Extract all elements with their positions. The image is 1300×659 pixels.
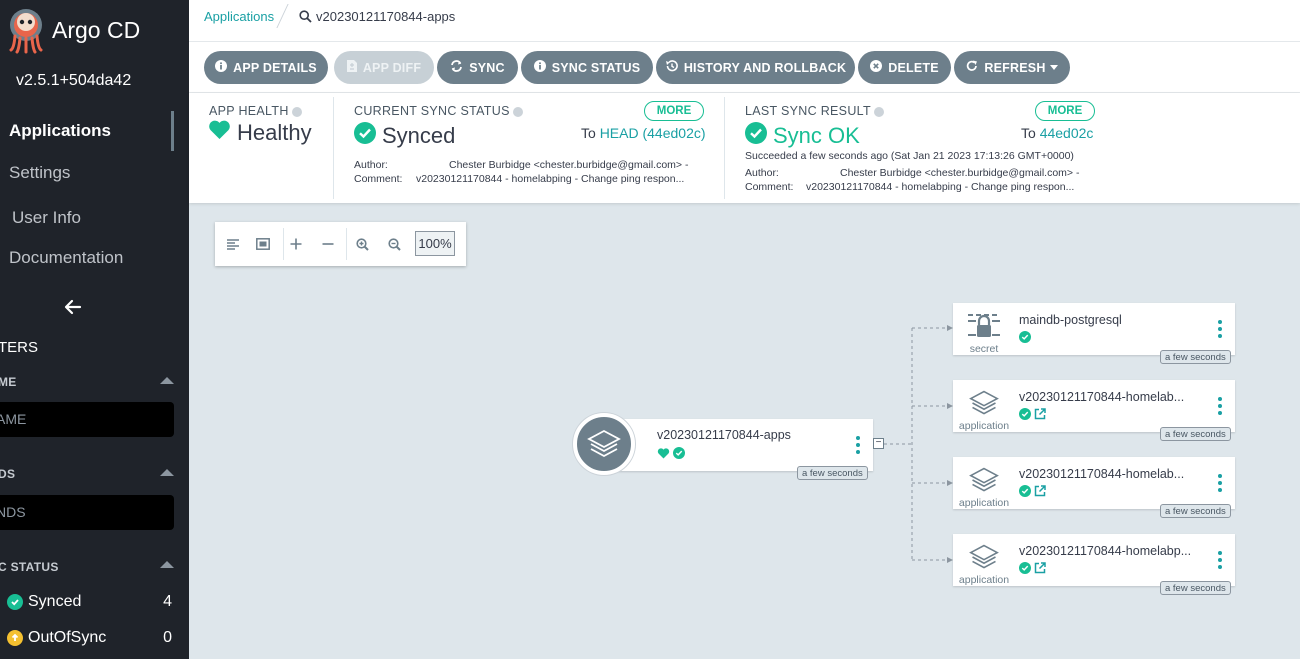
resource-time: a few seconds	[1160, 427, 1231, 441]
layers-icon	[969, 543, 999, 576]
resource-node-application[interactable]: application v20230121170844-homelab... a…	[953, 380, 1235, 441]
resource-title: v20230121170844-homelabp...	[1019, 544, 1192, 558]
resource-time: a few seconds	[1160, 350, 1231, 364]
resource-time: a few seconds	[1160, 504, 1231, 518]
resource-node-secret[interactable]: secret maindb-postgresql a few seconds	[953, 303, 1235, 364]
check-circle-icon	[673, 446, 685, 464]
external-link-icon[interactable]	[1034, 407, 1046, 425]
resource-status-icons	[1019, 330, 1031, 348]
root-app-status-icons	[657, 446, 685, 464]
root-app-node[interactable]: v20230121170844-apps a few seconds	[615, 419, 873, 480]
resource-node-application[interactable]: application v20230121170844-homelabp... …	[953, 534, 1235, 595]
resource-status-icons	[1019, 561, 1046, 579]
layers-icon	[969, 466, 999, 499]
layers-icon	[573, 413, 635, 475]
heart-icon	[657, 446, 670, 464]
collapse-toggle[interactable]: −	[873, 438, 884, 449]
check-circle-icon	[1019, 484, 1031, 502]
more-vertical-icon[interactable]	[1218, 474, 1222, 495]
check-circle-icon	[1019, 561, 1031, 579]
resource-kind: application	[958, 420, 1010, 432]
resource-kind: application	[958, 497, 1010, 509]
more-vertical-icon[interactable]	[856, 436, 860, 457]
more-vertical-icon[interactable]	[1218, 397, 1222, 418]
resource-title: v20230121170844-homelab...	[1019, 467, 1185, 481]
resource-time: a few seconds	[1160, 581, 1231, 595]
secret-icon	[967, 311, 1001, 346]
resource-status-icons	[1019, 407, 1046, 425]
resource-node-application[interactable]: application v20230121170844-homelab... a…	[953, 457, 1235, 518]
external-link-icon[interactable]	[1034, 561, 1046, 579]
resource-title: maindb-postgresql	[1019, 313, 1122, 327]
check-circle-icon	[1019, 330, 1031, 348]
resource-kind: secret	[969, 343, 999, 355]
more-vertical-icon[interactable]	[1218, 320, 1222, 341]
layers-icon	[969, 389, 999, 422]
root-app-title: v20230121170844-apps	[657, 428, 791, 442]
resource-kind: application	[958, 574, 1010, 586]
resource-title: v20230121170844-homelab...	[1019, 390, 1185, 404]
external-link-icon[interactable]	[1034, 484, 1046, 502]
resource-status-icons	[1019, 484, 1046, 502]
check-circle-icon	[1019, 407, 1031, 425]
more-vertical-icon[interactable]	[1218, 551, 1222, 572]
root-app-time: a few seconds	[797, 466, 868, 480]
